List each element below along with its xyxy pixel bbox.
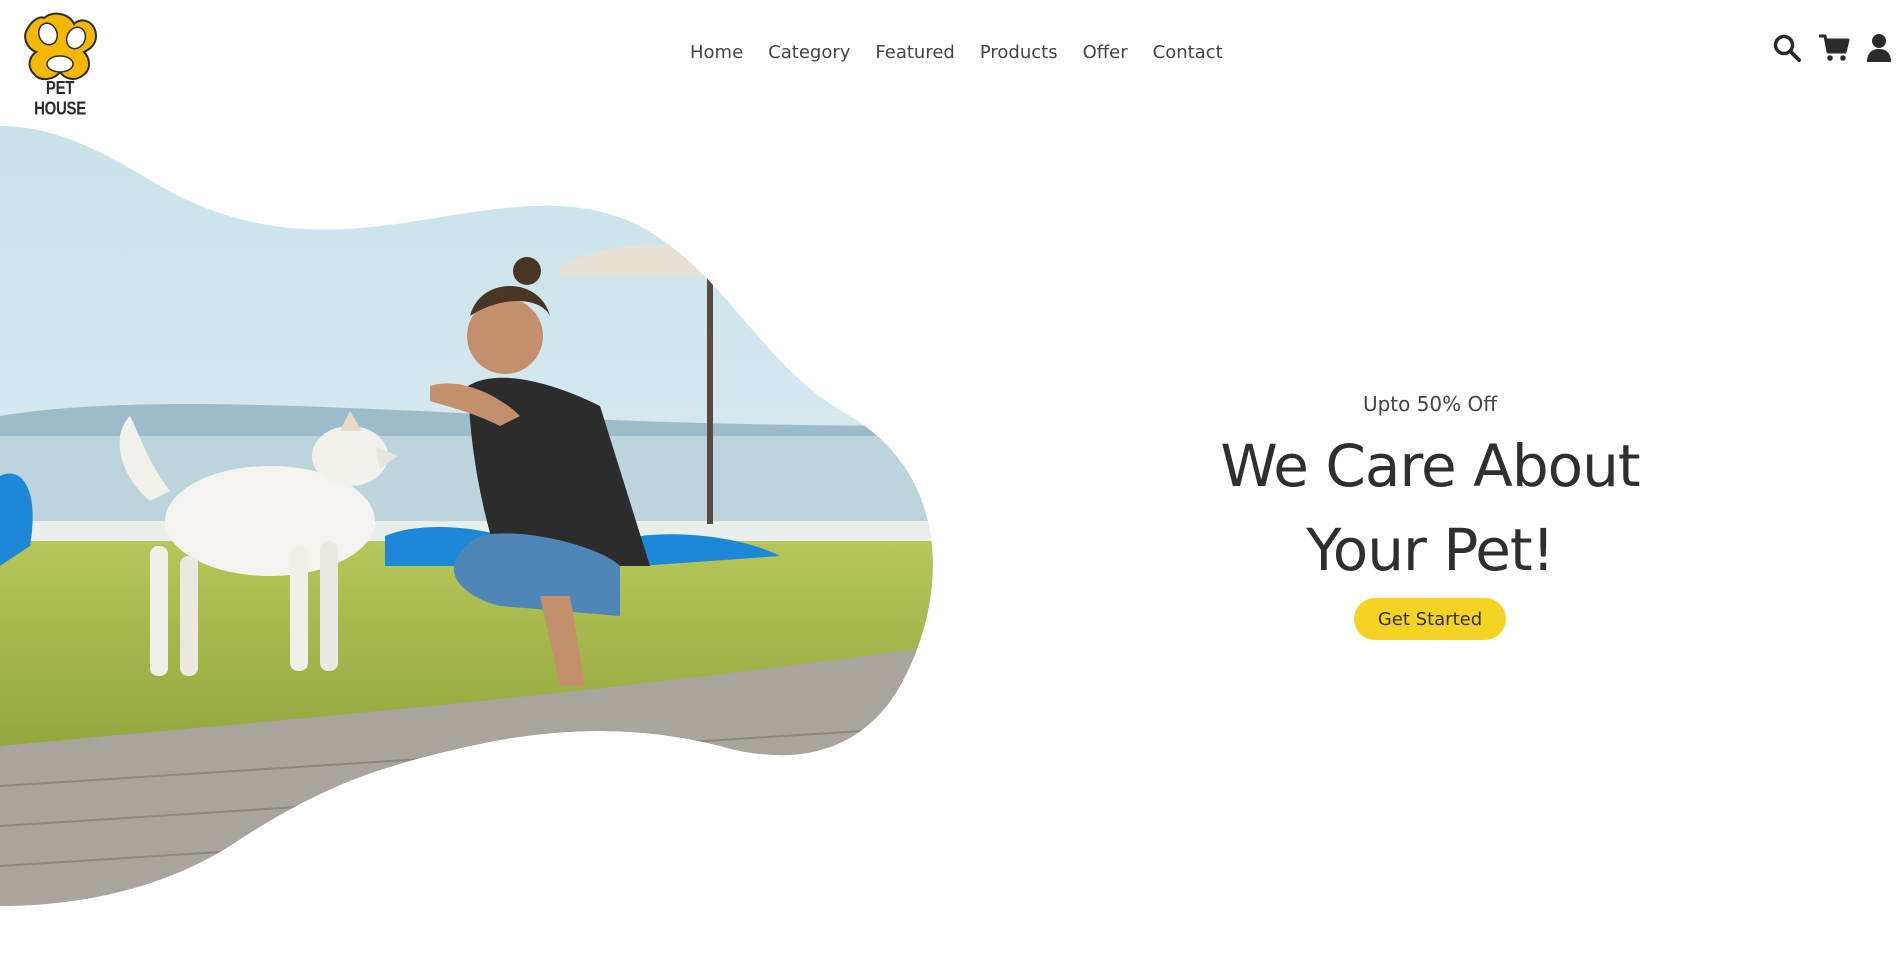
nav-item-products[interactable]: Products (980, 40, 1058, 66)
nav-item-offer[interactable]: Offer (1083, 40, 1128, 66)
paw-logo-icon (24, 12, 98, 80)
hero-title: We Care About Your Pet! (1150, 424, 1710, 592)
hero-image (0, 126, 940, 906)
hero-title-line-2: Your Pet! (1306, 516, 1555, 584)
nav-item-featured[interactable]: Featured (875, 40, 954, 66)
brand-logo[interactable]: PET HOUSE (20, 12, 100, 119)
header-icons (1754, 33, 1904, 69)
search-icon[interactable] (1772, 33, 1802, 63)
main-nav: Home Category Featured Products Offer Co… (690, 40, 1248, 66)
user-icon[interactable] (1866, 33, 1896, 63)
get-started-button[interactable]: Get Started (1354, 598, 1506, 640)
brand-name: PET HOUSE (34, 78, 86, 120)
site-header: PET HOUSE Home Category Featured Product… (0, 0, 1904, 119)
nav-item-category[interactable]: Category (768, 40, 850, 66)
hero-subtitle: Upto 50% Off (1362, 392, 1498, 416)
hero-title-line-1: We Care About (1220, 432, 1640, 500)
nav-item-contact[interactable]: Contact (1153, 40, 1223, 66)
nav-item-home[interactable]: Home (690, 40, 743, 66)
cart-icon[interactable] (1818, 33, 1850, 63)
hero-content: Upto 50% Off We Care About Your Pet! Get… (1150, 388, 1710, 640)
